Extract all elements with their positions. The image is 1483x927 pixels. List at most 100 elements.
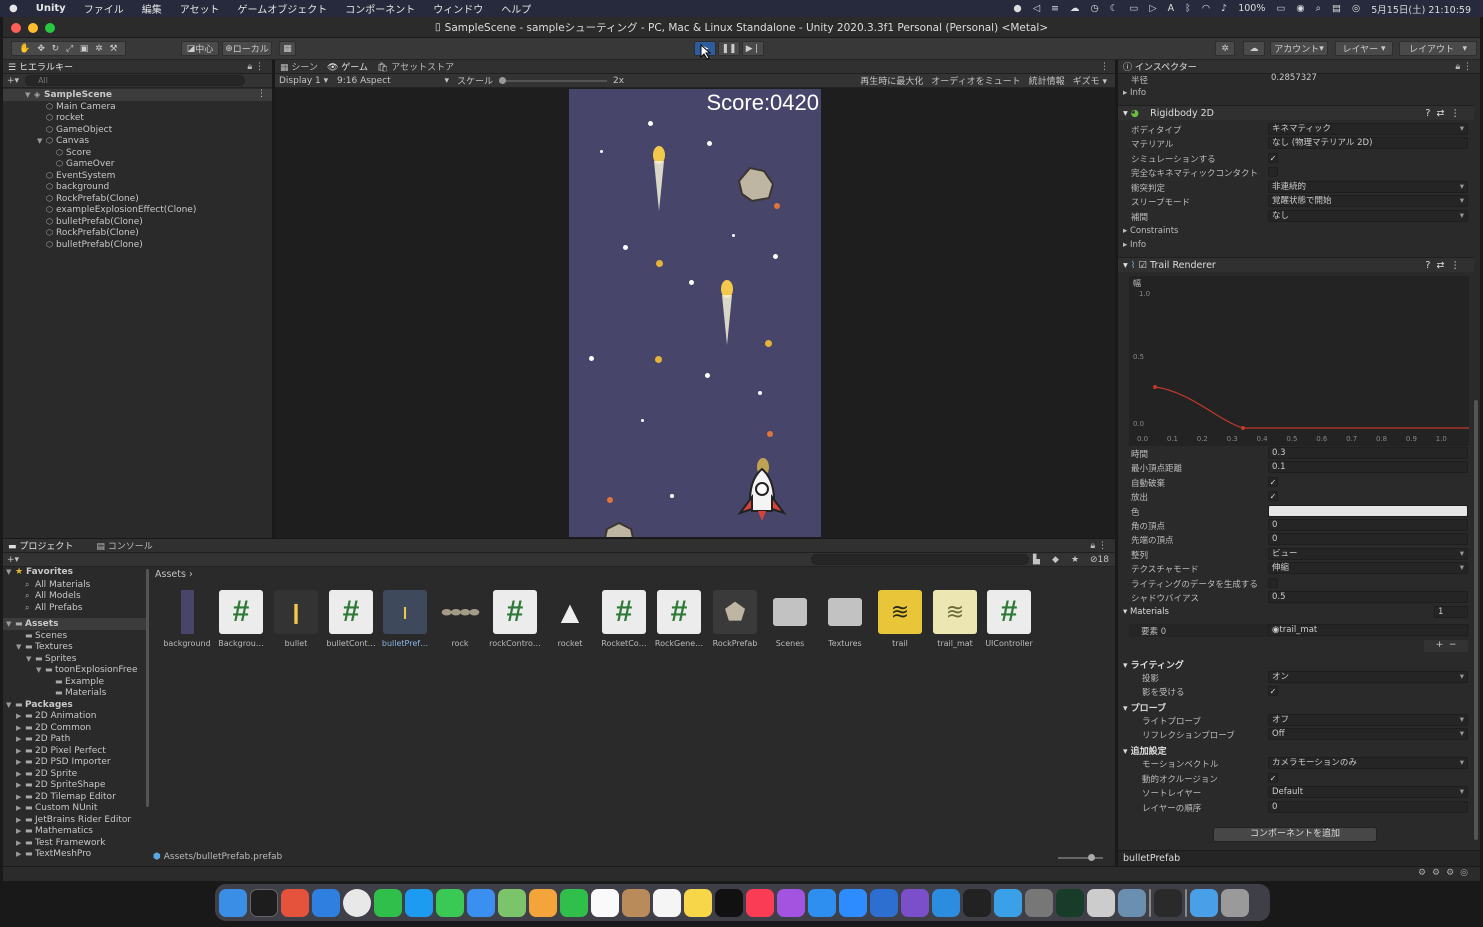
icon-size-slider[interactable] <box>1058 854 1103 861</box>
folder-item[interactable]: ▬ Example <box>3 676 146 688</box>
receive-shadows-checkbox[interactable]: ✓ <box>1268 686 1278 696</box>
scene-row[interactable]: ▼ ◈ SampleScene ⋮ <box>3 89 272 101</box>
reflection-probes-dropdown[interactable]: Off <box>1268 728 1468 740</box>
display-icon[interactable]: ▭ <box>1129 3 1138 14</box>
asset-item[interactable]: ⬬⬬⬬⬬ rock <box>433 590 487 649</box>
folder-item[interactable]: ▼ ▬ toonExplosionFree <box>3 664 146 676</box>
time-field[interactable]: 0.3 <box>1268 447 1468 459</box>
downloads-folder-icon[interactable] <box>1190 888 1218 917</box>
generate-lighting-data-checkbox[interactable] <box>1268 578 1278 588</box>
constraints-foldout[interactable]: ▸ Constraints <box>1118 225 1468 238</box>
preview-icon[interactable] <box>1118 888 1146 917</box>
color-gradient-field[interactable] <box>1268 505 1468 517</box>
hierarchy-item[interactable]: ⬡ RockPrefab(Clone) <box>3 227 272 239</box>
end-cap-vertices-field[interactable]: 0 <box>1268 533 1468 545</box>
collab-button[interactable]: ✲ <box>1215 41 1235 56</box>
filter-type-icon[interactable]: ▙ <box>1033 555 1040 565</box>
moon-icon[interactable]: ☾ <box>1110 3 1119 14</box>
bluetooth-icon[interactable]: ᛒ <box>1185 3 1191 14</box>
asset-item[interactable]: # Backgrou… <box>214 590 268 648</box>
trash-icon[interactable] <box>1221 888 1249 917</box>
scale-tool-icon[interactable]: ⤢ <box>66 44 73 54</box>
filter-label-icon[interactable]: ◆ <box>1052 555 1059 565</box>
add-component-button[interactable]: コンポーネントを追加 <box>1213 827 1377 842</box>
component-menu-icons[interactable]: ? ⇄ ⋮ <box>1425 260 1460 271</box>
asset-item[interactable]: ❙ bulletPref… <box>378 590 432 648</box>
vscode-icon[interactable] <box>932 888 960 917</box>
hierarchy-item[interactable]: ⬡ rocket <box>3 112 272 124</box>
grid-snap-button[interactable]: ▦ <box>279 41 296 56</box>
menu-app-unity[interactable]: Unity <box>27 3 75 14</box>
info-foldout[interactable]: ▸ Info <box>1118 239 1468 252</box>
podcasts-icon[interactable] <box>777 888 805 917</box>
asset-item[interactable]: # RocketCo… <box>597 590 651 648</box>
music-icon[interactable] <box>746 888 774 917</box>
list-add-remove-buttons[interactable]: + − <box>1424 640 1468 652</box>
lighting-foldout[interactable]: ▾ ライティング <box>1123 658 1184 671</box>
hand-tool-icon[interactable]: ✋ <box>19 44 30 54</box>
finder-icon[interactable] <box>219 888 247 917</box>
play-circle-icon[interactable]: ▷ <box>1149 3 1156 14</box>
hierarchy-item[interactable]: ⬡ RockPrefab(Clone) <box>3 193 272 205</box>
tab-asset-store[interactable]: 🛍︎ アセットストア <box>377 60 454 73</box>
line-icon[interactable] <box>374 888 402 917</box>
layout-dropdown[interactable]: レイアウト ▾ <box>1399 41 1477 56</box>
layers-dropdown[interactable]: レイヤー ▾ <box>1335 41 1393 56</box>
hierarchy-item[interactable]: ⬡ GameObject <box>3 124 272 136</box>
app-store-icon[interactable] <box>808 888 836 917</box>
package-item[interactable]: ▶ ▬ Test Framework <box>3 837 146 849</box>
list-icon[interactable]: ≡ <box>1051 3 1059 14</box>
asset-item[interactable]: ⬟ RockPrefab <box>708 590 762 648</box>
dynamic-occlusion-checkbox[interactable]: ✓ <box>1268 773 1278 783</box>
menu-component[interactable]: コンポーネント <box>336 1 424 16</box>
gizmos-dropdown[interactable]: ギズモ ▾ <box>1069 74 1111 87</box>
favorite-star-icon[interactable]: ★ <box>1071 555 1079 565</box>
collision-detection-dropdown[interactable]: 非連続的 <box>1268 181 1468 193</box>
maps-icon[interactable] <box>498 888 526 917</box>
component-menu-icons[interactable]: ? ⇄ ⋮ <box>1425 108 1460 119</box>
apple-icon[interactable]: ● <box>0 3 27 14</box>
hierarchy-item[interactable]: ⬡ exampleExplosionEffect(Clone) <box>3 204 272 216</box>
shadow-bias-field[interactable]: 0.5 <box>1268 591 1468 603</box>
autodestruct-checkbox[interactable]: ✓ <box>1268 477 1278 487</box>
facetime-icon[interactable] <box>560 888 588 917</box>
text-input-icon[interactable]: A <box>1168 3 1175 14</box>
probes-foldout[interactable]: ▾ プローブ <box>1123 701 1166 714</box>
menu-edit[interactable]: 編集 <box>133 1 171 16</box>
asset-item[interactable]: Textures <box>818 590 872 648</box>
minimize-window-button[interactable] <box>28 23 38 33</box>
motion-vectors-dropdown[interactable]: カメラモーションのみ <box>1268 757 1468 769</box>
panel-menu-icon[interactable]: ⋮ <box>1100 62 1109 72</box>
folder-item[interactable]: ▬ Scenes <box>3 630 146 642</box>
menu-file[interactable]: ファイル <box>75 1 133 16</box>
radius-value[interactable]: 0.2857327 <box>1268 73 1468 85</box>
photos-icon[interactable] <box>529 888 557 917</box>
contacts-icon[interactable] <box>622 888 650 917</box>
asset-item[interactable]: background <box>160 590 214 648</box>
interpolate-dropdown[interactable]: なし <box>1268 210 1468 222</box>
hierarchy-item[interactable]: ⬡ Main Camera <box>3 101 272 113</box>
inspector-tab[interactable]: ⓘ インスペクター <box>1123 60 1197 73</box>
width-curve-editor[interactable]: 幅 1.0 0.5 0.0 0.0 0.1 0.2 0.3 0.4 0.5 0.6 0.7 0.… <box>1129 276 1469 446</box>
maximize-on-play-toggle[interactable]: 再生時に最大化 <box>856 74 927 87</box>
unity-hub-icon[interactable] <box>963 888 991 917</box>
zoom-icon[interactable] <box>839 888 867 917</box>
display-dropdown[interactable]: Display 1 ▾ <box>279 76 337 86</box>
scale-slider[interactable] <box>499 76 608 84</box>
hierarchy-item[interactable]: ⬡ background <box>3 181 272 193</box>
hierarchy-item[interactable]: ⬡ bulletPrefab(Clone) <box>3 216 272 228</box>
apple-tv-icon[interactable] <box>715 888 743 917</box>
mail-icon[interactable] <box>467 888 495 917</box>
icloud-icon[interactable] <box>994 888 1022 917</box>
unity-status-icon[interactable]: ◁ <box>1033 3 1040 14</box>
zoom-window-button[interactable] <box>45 23 55 33</box>
custom-tool-icon[interactable]: ⚒ <box>109 44 117 54</box>
package-item[interactable]: ▶ ▬ 2D SpriteShape <box>3 779 146 791</box>
step-button[interactable]: ▶❘ <box>742 41 764 56</box>
user-icon[interactable]: ◉ <box>1296 3 1304 14</box>
package-item[interactable]: ▶ ▬ 2D Pixel Perfect <box>3 745 146 757</box>
min-vertex-distance-field[interactable]: 0.1 <box>1268 461 1468 473</box>
menu-window[interactable]: ウィンドウ <box>424 1 492 16</box>
rect-tool-icon[interactable]: ▣ <box>80 44 89 54</box>
folder-item[interactable]: ▼ ▬ Sprites <box>3 653 146 665</box>
